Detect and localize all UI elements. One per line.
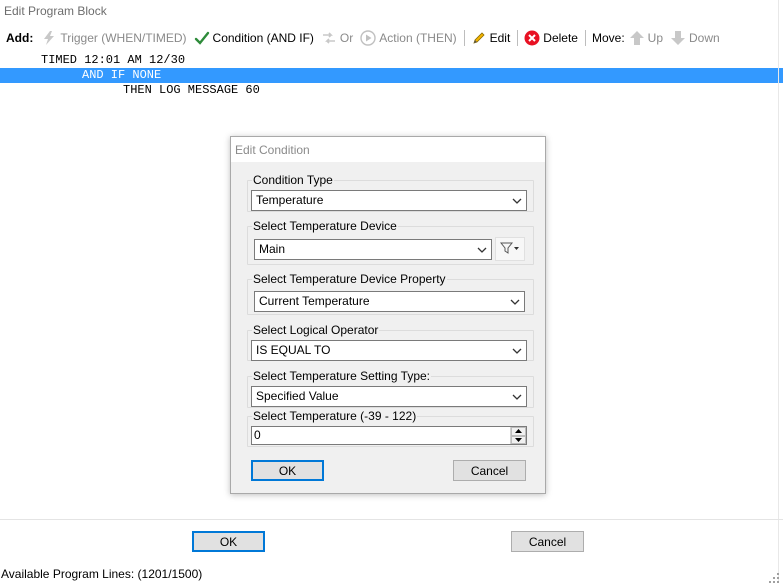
property-select[interactable]: Current Temperature	[254, 291, 525, 312]
delete-label: Delete	[543, 31, 578, 45]
chevron-down-icon	[508, 292, 522, 311]
add-trigger-label: Trigger (WHEN/TIMED)	[60, 31, 187, 45]
toolbar: Add: Trigger (WHEN/TIMED) Condition (AND…	[0, 26, 783, 50]
toolbar-divider	[517, 30, 519, 46]
edit-label: Edit	[489, 31, 511, 45]
move-label: Move:	[591, 31, 625, 45]
footer-ok-button[interactable]: OK	[192, 531, 265, 552]
toolbar-divider	[463, 30, 465, 46]
dialog-title: Edit Condition	[231, 137, 545, 162]
operator-select[interactable]: IS EQUAL TO	[251, 340, 527, 361]
operator-label: Select Logical Operator	[252, 323, 380, 337]
arrow-up-icon	[629, 30, 645, 46]
dialog-cancel-button[interactable]: Cancel	[453, 460, 526, 481]
operator-value: IS EQUAL TO	[256, 343, 331, 357]
operator-group: Select Logical Operator IS EQUAL TO	[247, 324, 534, 361]
footer-cancel-button[interactable]: Cancel	[511, 531, 584, 552]
divider	[778, 0, 779, 583]
dialog-ok-button[interactable]: OK	[251, 460, 324, 481]
setting-type-group: Select Temperature Setting Type: Specifi…	[247, 370, 534, 408]
temperature-spinbox[interactable]: 0	[251, 426, 527, 445]
delete-x-icon	[524, 30, 540, 46]
program-line-condition[interactable]: AND IF NONE	[0, 68, 783, 83]
setting-type-select[interactable]: Specified Value	[251, 386, 527, 407]
caret-down-icon	[515, 437, 522, 442]
program-line-action[interactable]: THEN LOG MESSAGE 60	[0, 83, 783, 98]
program-line-trigger[interactable]: TIMED 12:01 AM 12/30	[0, 53, 783, 68]
temperature-label: Select Temperature (-39 - 122)	[252, 409, 418, 423]
device-group: Select Temperature Device Main	[247, 220, 534, 265]
condition-type-group: Condition Type Temperature	[247, 174, 534, 212]
move-up-label: Up	[647, 31, 664, 45]
divider	[0, 519, 783, 520]
checkmark-icon	[194, 30, 210, 46]
device-label: Select Temperature Device	[252, 219, 398, 233]
spinner-buttons	[510, 427, 526, 444]
setting-type-label: Select Temperature Setting Type:	[252, 369, 431, 383]
add-or-button[interactable]: Or	[321, 30, 353, 46]
move-down-label: Down	[689, 31, 720, 45]
resize-grip-icon[interactable]	[769, 571, 779, 583]
temperature-value: 0	[254, 428, 261, 442]
add-action-label: Action (THEN)	[379, 31, 457, 45]
chevron-down-icon	[475, 240, 489, 259]
add-condition-label: Condition (AND IF)	[212, 31, 314, 45]
add-or-label: Or	[339, 31, 354, 45]
chevron-down-icon	[510, 387, 524, 406]
delete-button[interactable]: Delete	[524, 30, 578, 46]
device-filter-button[interactable]	[495, 237, 525, 261]
spin-up-button[interactable]	[511, 427, 526, 436]
caret-up-icon	[515, 429, 522, 434]
status-bar: Available Program Lines: (1201/1500)	[0, 566, 783, 583]
property-label: Select Temperature Device Property	[252, 272, 447, 286]
chevron-down-icon	[510, 341, 524, 360]
program-listing: TIMED 12:01 AM 12/30 AND IF NONE THEN LO…	[0, 53, 783, 98]
temperature-group: Select Temperature (-39 - 122) 0	[247, 410, 534, 447]
arrow-down-icon	[670, 30, 686, 46]
lightning-icon	[41, 30, 57, 46]
property-value: Current Temperature	[259, 294, 370, 308]
filter-icon	[499, 242, 520, 257]
add-action-button[interactable]: Action (THEN)	[360, 30, 457, 46]
chevron-down-icon	[510, 191, 524, 210]
play-circle-icon	[360, 30, 376, 46]
add-trigger-button[interactable]: Trigger (WHEN/TIMED)	[41, 30, 187, 46]
device-select[interactable]: Main	[254, 239, 492, 260]
property-group: Select Temperature Device Property Curre…	[247, 273, 534, 315]
edit-button[interactable]: Edit	[471, 30, 511, 46]
available-lines-status: Available Program Lines: (1201/1500)	[1, 567, 203, 581]
device-value: Main	[259, 242, 286, 256]
pencil-icon	[471, 30, 487, 46]
setting-type-value: Specified Value	[256, 389, 339, 403]
window-title: Edit Program Block	[0, 0, 783, 24]
edit-condition-dialog: Edit Condition Condition Type Temperatur…	[230, 136, 546, 494]
condition-type-select[interactable]: Temperature	[251, 190, 527, 211]
spin-down-button[interactable]	[511, 435, 526, 444]
add-condition-button[interactable]: Condition (AND IF)	[194, 30, 314, 46]
move-down-button[interactable]: Down	[670, 30, 720, 46]
move-up-button[interactable]: Up	[629, 30, 663, 46]
condition-type-label: Condition Type	[252, 173, 334, 187]
add-label: Add:	[6, 31, 34, 45]
toolbar-divider	[584, 30, 586, 46]
condition-type-value: Temperature	[256, 193, 324, 207]
or-arrows-icon	[321, 30, 337, 46]
